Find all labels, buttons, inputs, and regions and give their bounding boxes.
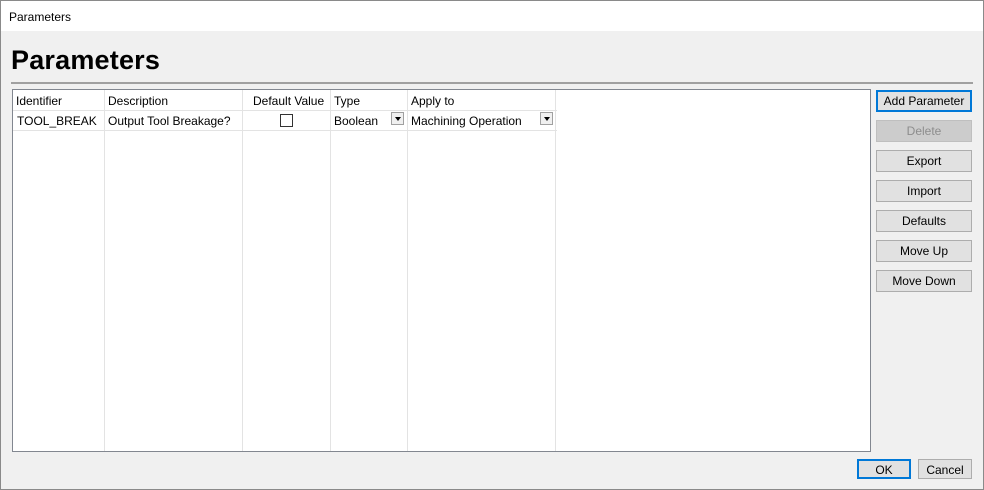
cancel-button[interactable]: Cancel	[918, 459, 972, 479]
window-title: Parameters	[9, 10, 72, 24]
column-divider	[330, 90, 331, 451]
row-divider	[13, 130, 557, 131]
type-dropdown-value[interactable]: Boolean	[334, 114, 378, 128]
type-dropdown-chevron-icon[interactable]	[391, 112, 404, 125]
title-divider	[11, 82, 973, 84]
column-header-description[interactable]: Description	[108, 94, 168, 108]
column-header-type[interactable]: Type	[334, 94, 360, 108]
cell-description[interactable]: Output Tool Breakage?	[108, 114, 231, 128]
header-row-divider	[13, 110, 557, 111]
column-divider	[242, 90, 243, 451]
column-divider	[555, 90, 556, 451]
apply-to-dropdown-chevron-icon[interactable]	[540, 112, 553, 125]
column-header-identifier[interactable]: Identifier	[16, 94, 62, 108]
export-button[interactable]: Export	[876, 150, 972, 172]
column-divider	[104, 90, 105, 451]
default-value-checkbox[interactable]	[280, 114, 293, 127]
cell-identifier[interactable]: TOOL_BREAK	[17, 114, 97, 128]
page-title: Parameters	[11, 45, 161, 75]
move-up-button[interactable]: Move Up	[876, 240, 972, 262]
add-parameter-button[interactable]: Add Parameter	[876, 90, 972, 112]
defaults-button[interactable]: Defaults	[876, 210, 972, 232]
column-header-default-value[interactable]: Default Value	[253, 94, 324, 108]
delete-button[interactable]: Delete	[876, 120, 972, 142]
column-divider	[407, 90, 408, 451]
parameters-window: Parameters Parameters Identifier Descrip…	[0, 0, 984, 490]
parameters-grid[interactable]: Identifier Description Default Value Typ…	[12, 89, 871, 452]
column-header-apply-to[interactable]: Apply to	[411, 94, 454, 108]
import-button[interactable]: Import	[876, 180, 972, 202]
ok-button[interactable]: OK	[857, 459, 911, 479]
apply-to-dropdown-value[interactable]: Machining Operation	[411, 114, 522, 128]
move-down-button[interactable]: Move Down	[876, 270, 972, 292]
title-bar: Parameters	[1, 1, 983, 31]
